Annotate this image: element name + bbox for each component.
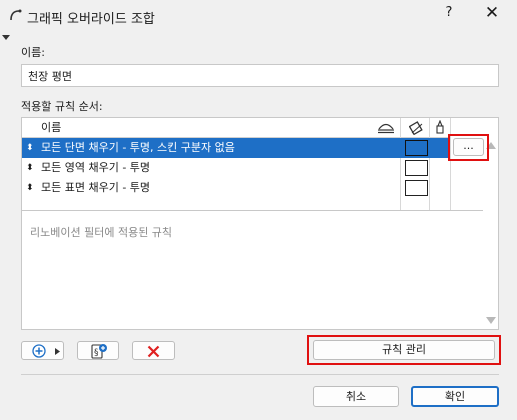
rules-order-label: 적용할 규칙 순서: xyxy=(21,100,103,113)
section-divider xyxy=(22,210,483,211)
close-button[interactable]: ✕ xyxy=(480,3,504,23)
fill-swatch[interactable] xyxy=(405,140,428,156)
add-rule-icon xyxy=(32,344,46,358)
visibility-icon xyxy=(378,123,394,134)
new-rule-icon: § xyxy=(91,344,107,359)
rule-row[interactable]: ⬍ 모든 영역 채우기 - 투명 xyxy=(22,158,450,178)
delete-icon xyxy=(147,345,160,358)
rule-row[interactable]: ⬍ 모든 단면 채우기 - 투명, 스킨 구분자 없음 xyxy=(22,138,450,158)
collapse-triangle-icon[interactable] xyxy=(2,35,10,40)
drag-handle-icon[interactable]: ⬍ xyxy=(26,178,34,198)
rule-name: 모든 표면 채우기 - 투명 xyxy=(41,181,151,194)
cancel-button[interactable]: 취소 xyxy=(313,386,399,407)
pen-icon xyxy=(436,120,444,134)
ok-button[interactable]: 확인 xyxy=(411,386,499,407)
more-options-button[interactable]: ... xyxy=(453,138,484,156)
fill-icon xyxy=(409,121,423,135)
name-label: 이름: xyxy=(21,46,45,59)
chevron-right-icon xyxy=(55,348,60,355)
window-title: 그래픽 오버라이드 조합 xyxy=(27,12,155,27)
rule-row[interactable]: ⬍ 모든 표면 채우기 - 투명 xyxy=(22,178,450,198)
fill-swatch[interactable] xyxy=(405,180,428,196)
delete-rule-button[interactable] xyxy=(132,341,175,360)
drag-handle-icon[interactable]: ⬍ xyxy=(26,158,34,178)
renovation-placeholder: 리노베이션 필터에 적용된 규칙 xyxy=(30,226,173,239)
column-name-header[interactable]: 이름 xyxy=(41,118,61,137)
new-rule-button[interactable]: § xyxy=(77,341,119,360)
drag-handle-icon[interactable]: ⬍ xyxy=(26,138,34,158)
fill-swatch[interactable] xyxy=(405,160,428,176)
manage-rules-button[interactable]: 규칙 관리 xyxy=(313,340,495,360)
svg-text:§: § xyxy=(94,348,99,358)
title-bar: 그래픽 오버라이드 조합 ? ✕ xyxy=(0,0,517,32)
rules-table: 이름 ⬍ 모든 단면 채우기 - 투명, 스킨 구분자 없음 ⬍ 모든 영역 채… xyxy=(21,117,499,330)
rule-name: 모든 영역 채우기 - 투명 xyxy=(41,161,151,174)
column-separator xyxy=(450,118,451,210)
app-icon xyxy=(10,9,22,21)
add-rule-button[interactable] xyxy=(21,341,64,360)
rule-name: 모든 단면 채우기 - 투명, 스킨 구분자 없음 xyxy=(41,141,235,154)
scroll-down-icon[interactable] xyxy=(486,317,496,324)
help-button[interactable]: ? xyxy=(437,5,461,20)
footer-divider xyxy=(21,374,499,375)
name-input[interactable]: 천장 평면 xyxy=(21,64,499,87)
